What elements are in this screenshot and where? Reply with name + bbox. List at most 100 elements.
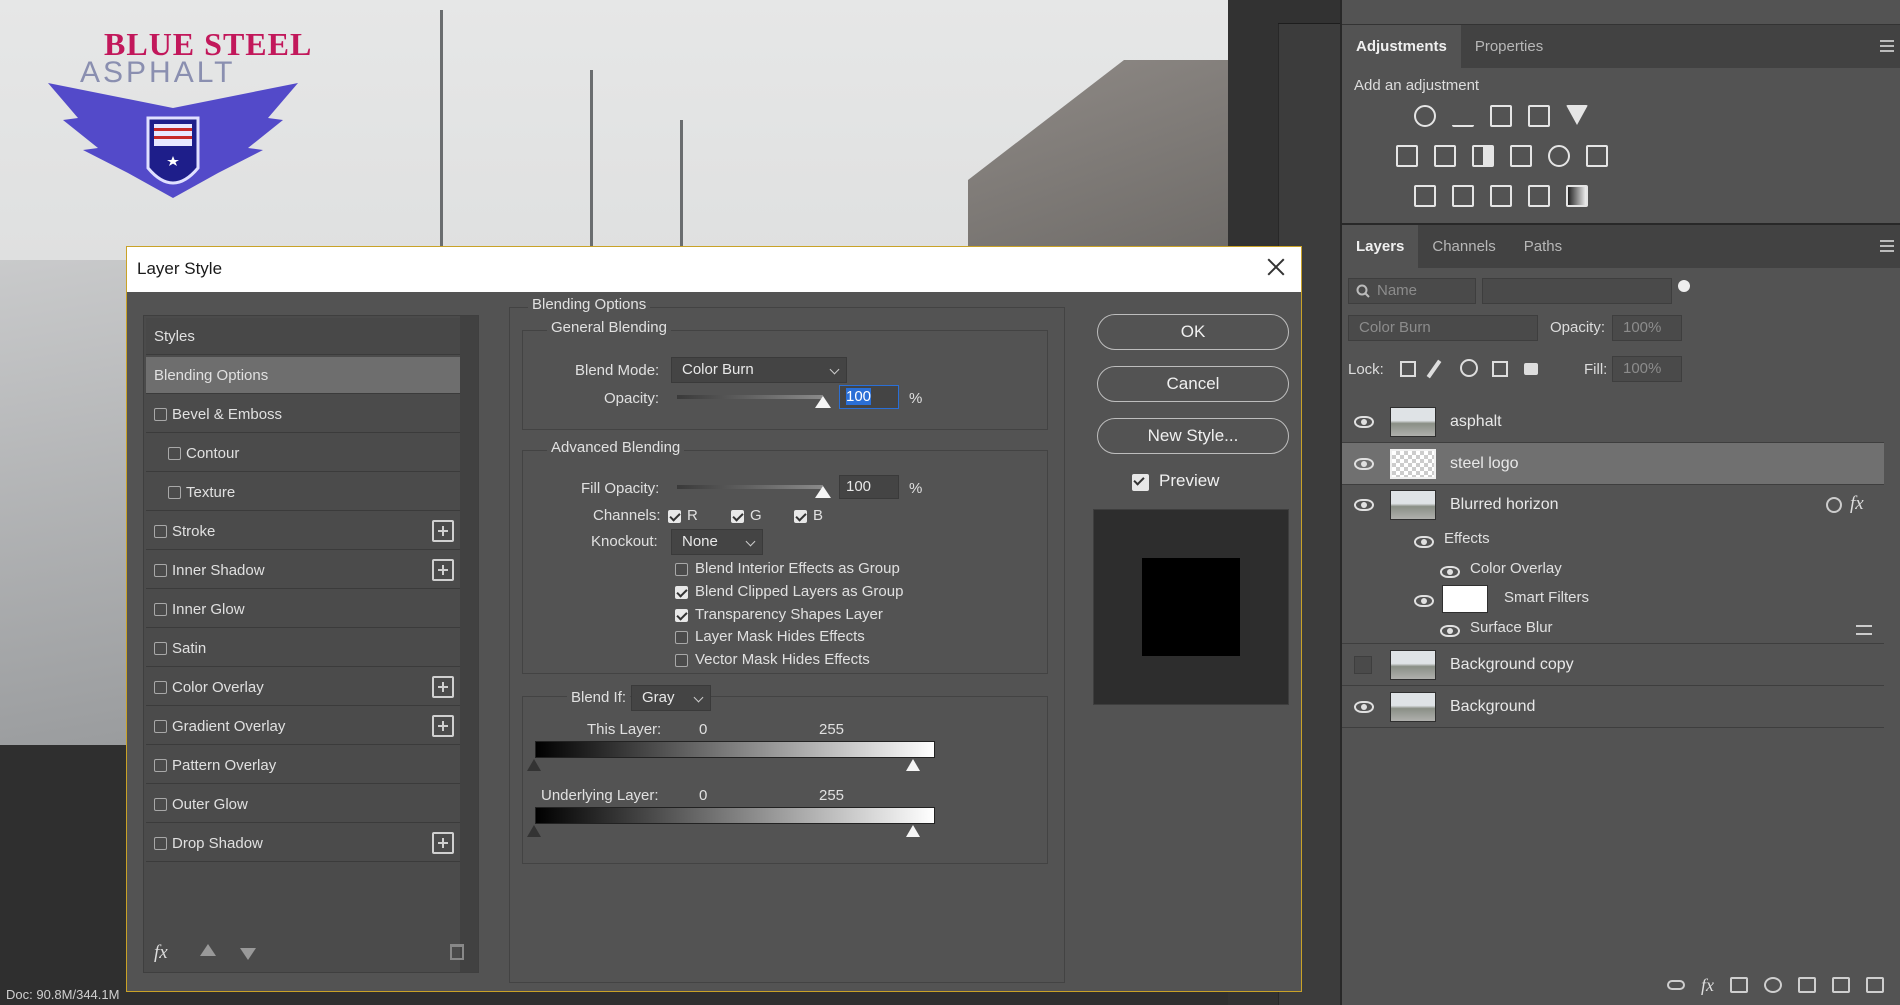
tab-adjustments[interactable]: Adjustments xyxy=(1342,25,1461,68)
channel-b-checkbox[interactable] xyxy=(794,510,807,523)
style-checkbox[interactable] xyxy=(168,447,181,460)
layer-row[interactable]: Blurred horizon fx xyxy=(1342,485,1884,525)
style-inner-glow[interactable]: Inner Glow xyxy=(146,591,460,628)
vector-mask-hides-checkbox[interactable] xyxy=(675,654,688,667)
style-checkbox[interactable] xyxy=(154,720,167,733)
blend-mode-select[interactable]: Color Burn xyxy=(1348,315,1538,341)
filter-options-icon[interactable] xyxy=(1856,625,1872,635)
new-style-button[interactable]: New Style... xyxy=(1097,418,1289,454)
smart-filter-mask[interactable] xyxy=(1442,585,1488,613)
preview-checkbox[interactable] xyxy=(1132,474,1149,491)
layer-mask-hides-checkbox[interactable] xyxy=(675,631,688,644)
channel-g-checkbox[interactable] xyxy=(731,510,744,523)
fill-opacity-slider-track[interactable] xyxy=(677,485,823,489)
new-adjustment-icon[interactable] xyxy=(1764,977,1782,993)
dialog-titlebar[interactable]: Layer Style xyxy=(127,247,1301,292)
opacity-slider-thumb[interactable] xyxy=(815,396,831,408)
layer-row[interactable]: Background xyxy=(1342,686,1884,728)
add-inner-shadow-plus-icon[interactable] xyxy=(432,559,454,581)
effects-eye-icon[interactable] xyxy=(1414,536,1434,548)
style-bevel-emboss[interactable]: Bevel & Emboss xyxy=(146,396,460,433)
visibility-off-box[interactable] xyxy=(1354,656,1372,674)
transparency-shapes-checkbox[interactable] xyxy=(675,609,688,622)
delete-effect-trash-icon[interactable] xyxy=(450,944,464,960)
tab-channels[interactable]: Channels xyxy=(1418,225,1509,268)
close-icon[interactable] xyxy=(1265,256,1287,278)
style-checkbox[interactable] xyxy=(154,564,167,577)
channel-mixer-icon[interactable] xyxy=(1548,145,1570,167)
photo-filter-icon[interactable] xyxy=(1510,145,1532,167)
add-style-fx-icon[interactable]: fx xyxy=(1701,975,1714,996)
new-layer-icon[interactable] xyxy=(1832,977,1850,993)
styles-scrollbar[interactable] xyxy=(460,316,478,972)
visibility-eye-icon[interactable] xyxy=(1354,416,1374,428)
hue-saturation-icon[interactable] xyxy=(1396,145,1418,167)
style-checkbox[interactable] xyxy=(154,759,167,772)
tab-paths[interactable]: Paths xyxy=(1510,225,1576,268)
fill-field[interactable]: 100% xyxy=(1612,356,1682,382)
ok-button[interactable]: OK xyxy=(1097,314,1289,350)
style-color-overlay[interactable]: Color Overlay xyxy=(146,669,460,706)
panel-menu-icon[interactable] xyxy=(1880,40,1894,52)
blend-interior-checkbox[interactable] xyxy=(675,563,688,576)
fx-icon[interactable]: fx xyxy=(1850,493,1864,515)
filter-toggle[interactable] xyxy=(1678,280,1690,292)
selective-color-icon[interactable] xyxy=(1528,185,1550,207)
color-balance-icon[interactable] xyxy=(1434,145,1456,167)
style-checkbox[interactable] xyxy=(154,603,167,616)
opacity-slider-track[interactable] xyxy=(677,395,823,399)
surface-blur-filter[interactable]: Surface Blur xyxy=(1470,619,1553,636)
add-drop-shadow-plus-icon[interactable] xyxy=(432,832,454,854)
brightness-contrast-icon[interactable] xyxy=(1414,105,1436,127)
vibrance-icon[interactable] xyxy=(1566,105,1588,125)
lock-all-icon[interactable] xyxy=(1524,363,1538,375)
style-checkbox[interactable] xyxy=(154,408,167,421)
style-checkbox[interactable] xyxy=(168,486,181,499)
blend-if-dropdown[interactable]: Gray xyxy=(631,685,711,711)
style-checkbox[interactable] xyxy=(154,798,167,811)
style-pattern-overlay[interactable]: Pattern Overlay xyxy=(146,747,460,784)
lock-artboard-icon[interactable] xyxy=(1492,361,1508,377)
blend-mode-dropdown[interactable]: Color Burn xyxy=(671,357,847,383)
style-checkbox[interactable] xyxy=(154,837,167,850)
underlying-black-slider[interactable] xyxy=(527,825,541,837)
opacity-input[interactable]: 100 xyxy=(839,385,899,409)
layer-row-selected[interactable]: steel logo xyxy=(1342,443,1884,485)
this-layer-black-slider[interactable] xyxy=(527,759,541,771)
style-drop-shadow[interactable]: Drop Shadow xyxy=(146,825,460,862)
invert-icon[interactable] xyxy=(1414,185,1436,207)
color-overlay-eye-icon[interactable] xyxy=(1440,566,1460,578)
add-gradient-overlay-plus-icon[interactable] xyxy=(432,715,454,737)
blend-clipped-checkbox[interactable] xyxy=(675,586,688,599)
style-checkbox[interactable] xyxy=(154,681,167,694)
levels-icon[interactable] xyxy=(1452,105,1474,127)
layer-row[interactable]: asphalt xyxy=(1342,401,1884,443)
black-white-icon[interactable] xyxy=(1472,145,1494,167)
move-up-arrow-icon[interactable] xyxy=(200,944,216,956)
surface-blur-eye-icon[interactable] xyxy=(1440,625,1460,637)
visibility-eye-icon[interactable] xyxy=(1354,701,1374,713)
threshold-icon[interactable] xyxy=(1490,185,1512,207)
visibility-eye-icon[interactable] xyxy=(1354,458,1374,470)
channel-r-checkbox[interactable] xyxy=(668,510,681,523)
style-gradient-overlay[interactable]: Gradient Overlay xyxy=(146,708,460,745)
fx-menu-icon[interactable]: fx xyxy=(154,942,168,964)
new-group-folder-icon[interactable] xyxy=(1798,977,1816,993)
knockout-dropdown[interactable]: None xyxy=(671,529,763,555)
cancel-button[interactable]: Cancel xyxy=(1097,366,1289,402)
underlying-white-slider[interactable] xyxy=(906,825,920,837)
posterize-icon[interactable] xyxy=(1452,185,1474,207)
this-layer-white-slider[interactable] xyxy=(906,759,920,771)
style-inner-shadow[interactable]: Inner Shadow xyxy=(146,552,460,589)
style-blending-options[interactable]: Blending Options xyxy=(146,357,460,394)
gradient-map-icon[interactable] xyxy=(1566,185,1588,207)
style-satin[interactable]: Satin xyxy=(146,630,460,667)
add-mask-icon[interactable] xyxy=(1730,977,1748,993)
add-stroke-plus-icon[interactable] xyxy=(432,520,454,542)
fill-opacity-input[interactable]: 100 xyxy=(839,475,899,499)
visibility-eye-icon[interactable] xyxy=(1354,499,1374,511)
layer-row[interactable]: Background copy xyxy=(1342,644,1884,686)
style-contour[interactable]: Contour xyxy=(146,435,460,472)
exposure-icon[interactable] xyxy=(1528,105,1550,127)
add-color-overlay-plus-icon[interactable] xyxy=(432,676,454,698)
